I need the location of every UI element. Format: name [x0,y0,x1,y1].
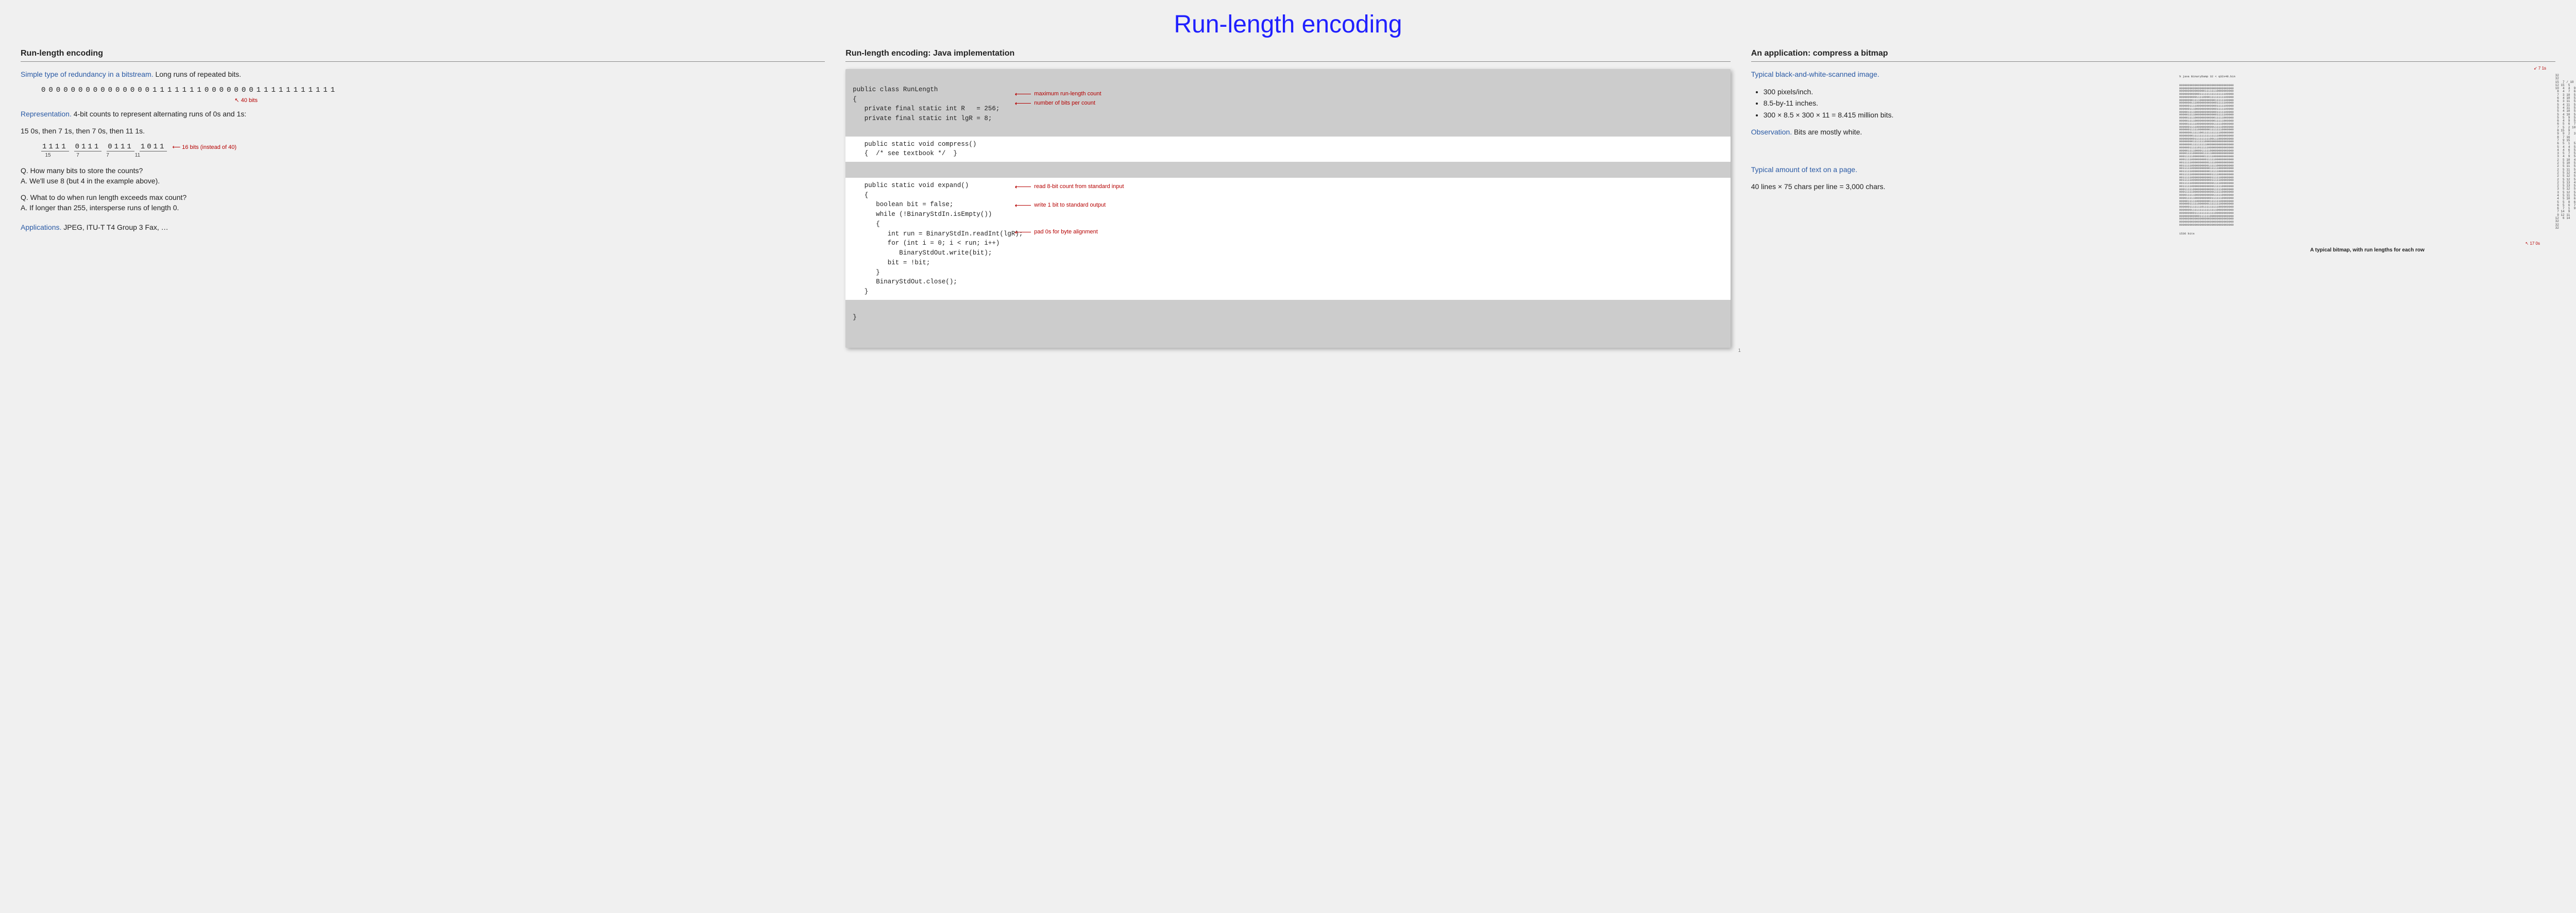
arrow-icon [1015,103,1031,104]
bullet-1: 8.5-by-11 inches. [1764,97,2169,109]
section-heading-left: Run-length encoding [21,49,825,62]
annot-max-run: maximum run-length count [1034,91,1101,97]
nibble-2: 0111 [107,143,134,151]
annot-bits-per-count: number of bits per count [1034,100,1095,106]
nibble-3: 1011 [140,143,167,151]
note-40-bits: ↖ 40 bits [234,97,258,104]
annot-17-zeros: ↖ 17 0s [2526,241,2540,246]
dump-command: % java BinaryDump 32 < q32x48.bin [2179,75,2555,78]
q1-answer: A. We'll use 8 (but 4 in the example abo… [21,177,825,185]
nibble-note: ⟵ 16 bits (instead of 40) [172,144,236,150]
middle-column: Run-length encoding: Java implementation… [845,49,1730,348]
repr-example: 15 0s, then 7 1s, then 7 0s, then 11 1s. [21,126,825,137]
q1-question: Q. How many bits to store the counts? [21,166,825,175]
nibble-1: 0111 [74,143,102,151]
annot-write-bit: write 1 bit to standard output [1034,202,1106,208]
apps-label: Applications. [21,223,61,231]
page-number: 1 [1738,348,1741,353]
annot-pad-zeros: pad 0s for byte alignment [1034,229,1098,235]
section-heading-right: An application: compress a bitmap [1751,49,2555,62]
nibble-label-3: 11 [131,153,144,158]
text-amount-calc: 40 lines × 75 chars per line = 3,000 cha… [1751,181,2169,192]
code-box: public class RunLength { private final s… [845,69,1730,348]
intro-text: Long runs of repeated bits. [154,70,241,78]
apps-text: JPEG, ITU-T T4 Group 3 Fax, … [61,223,168,231]
page-title: Run-length encoding [21,10,2555,39]
code-compress: public static void compress() { /* see t… [845,140,1730,159]
repr-text: 4-bit counts to represent alternating ru… [72,110,246,118]
typ-label: Typical black-and-white-scanned image. [1751,70,1879,78]
right-column: An application: compress a bitmap Typica… [1751,49,2555,253]
obs-label: Observation. [1751,128,1792,136]
intro-label: Simple type of redundancy in a bitstream… [21,70,154,78]
bullet-0: 300 pixels/inch. [1764,86,2169,97]
nibble-label-2: 7 [101,153,114,158]
repr-label: Representation. [21,110,72,118]
bitmap-rows: 00000000000000000000000000000000 0000000… [2179,84,2555,227]
code-top: public class RunLength { private final s… [845,85,1730,124]
bitstring-display: 0000000000000001111111000000011111111111 [41,86,825,94]
nibble-label-1: 7 [71,153,84,158]
section-heading-mid: Run-length encoding: Java implementation [845,49,1730,62]
code-expand: public static void expand() { boolean bi… [845,181,1730,297]
left-column: Run-length encoding Simple type of redun… [21,49,825,239]
code-close: } [845,313,1730,323]
bitmap-caption: A typical bitmap, with run lengths for e… [2179,247,2555,253]
q2-answer: A. If longer than 255, intersperse runs … [21,204,825,212]
bitmap-footer: 1536 bits [2179,232,2555,235]
nibble-label-0: 15 [41,153,55,158]
q2-question: Q. What to do when run length exceeds ma… [21,193,825,201]
run-lengths: 32 32 15 7 / 10 12 15 5 10 4 4 9 5 8 4 7… [2555,74,2576,230]
text-amount-label: Typical amount of text on a page. [1751,165,1857,174]
annot-read-count: read 8-bit count from standard input [1034,183,1124,190]
arrow-icon [1015,205,1031,206]
bullet-2: 300 × 8.5 × 300 × 11 = 8.415 million bit… [1764,109,2169,121]
nibble-0: 1111 [41,143,69,151]
bitmap-dump: % java BinaryDump 32 < q32x48.bin 000000… [2179,69,2555,244]
obs-text: Bits are mostly white. [1792,128,1862,136]
